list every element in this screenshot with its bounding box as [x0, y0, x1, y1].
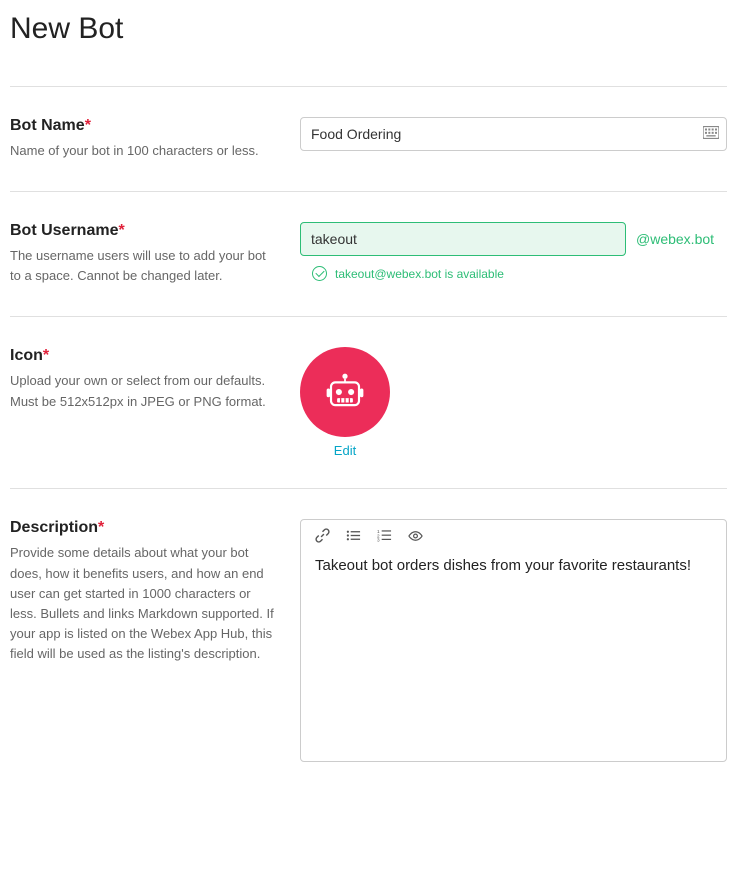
preview-icon[interactable]: [408, 528, 423, 543]
svg-text:3: 3: [377, 538, 380, 543]
bot-avatar[interactable]: [300, 347, 390, 437]
description-label: Description*: [10, 519, 280, 537]
edit-icon-link[interactable]: Edit: [334, 443, 356, 458]
required-asterisk: *: [85, 117, 91, 134]
icon-label: Icon*: [10, 347, 280, 365]
required-asterisk: *: [98, 519, 104, 536]
link-icon[interactable]: [315, 528, 330, 543]
bot-username-input[interactable]: [300, 222, 626, 256]
description-editor: 1 2 3 Takeout bot orders dishes from y: [300, 519, 727, 762]
username-suffix: @webex.bot: [636, 231, 714, 247]
bot-username-label: Bot Username*: [10, 222, 280, 240]
editor-toolbar: 1 2 3: [301, 520, 726, 551]
availability-text: takeout@webex.bot is available: [335, 267, 504, 281]
section-bot-name: Bot Name* Name of your bot in 100 charac…: [10, 86, 727, 191]
check-circle-icon: [312, 266, 327, 281]
unordered-list-icon[interactable]: [346, 528, 361, 543]
bot-name-label: Bot Name*: [10, 117, 280, 135]
bot-name-help: Name of your bot in 100 characters or le…: [10, 141, 280, 161]
required-asterisk: *: [118, 222, 124, 239]
section-description: Description* Provide some details about …: [10, 488, 727, 792]
section-bot-username: Bot Username* The username users will us…: [10, 191, 727, 316]
description-help: Provide some details about what your bot…: [10, 543, 280, 664]
description-textarea[interactable]: Takeout bot orders dishes from your favo…: [301, 551, 726, 761]
availability-message: takeout@webex.bot is available: [312, 266, 727, 281]
ordered-list-icon[interactable]: 1 2 3: [377, 528, 392, 543]
bot-name-input[interactable]: [300, 117, 727, 151]
page-title: New Bot: [10, 10, 727, 46]
bot-username-help: The username users will use to add your …: [10, 246, 280, 286]
keyboard-icon: [703, 126, 719, 142]
robot-icon: [324, 371, 366, 413]
section-icon: Icon* Upload your own or select from our…: [10, 316, 727, 488]
required-asterisk: *: [43, 347, 49, 364]
icon-help: Upload your own or select from our defau…: [10, 371, 280, 411]
